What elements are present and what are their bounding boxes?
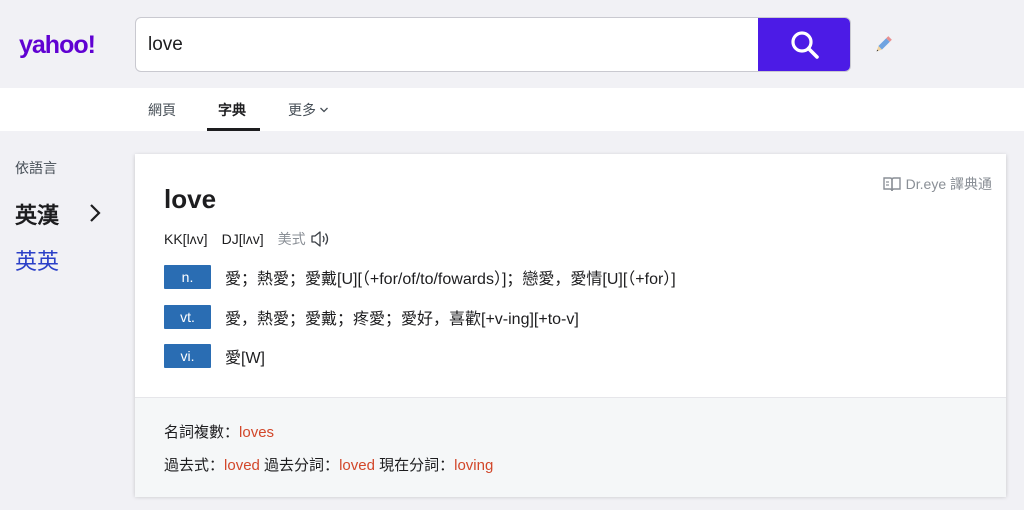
pos-badge: n.	[164, 265, 211, 289]
sidebar-title: 依語言	[15, 160, 57, 176]
ing-label: 現在分詞：	[379, 457, 455, 474]
dictionary-brand[interactable]: Dr.eye 譯典通	[882, 174, 992, 194]
search-input[interactable]	[136, 18, 758, 71]
yahoo-logo[interactable]: yahoo!	[19, 31, 96, 60]
dictionary-brand-label: Dr.eye 譯典通	[905, 176, 992, 192]
definition-row: vt. 愛，熱愛；愛戴；疼愛；愛好，喜歡[+v-ing][+to-v]	[164, 305, 579, 329]
search-button[interactable]	[758, 18, 850, 71]
inflections-section: 名詞複數：loves 過去式：loved 過去分詞：loved 現在分詞：lov…	[135, 397, 1006, 497]
definition-row: n. 愛；熱愛；愛戴[U][（+for/of/to/fowards）]；戀愛，愛…	[164, 265, 676, 289]
pp-label: 過去分詞：	[264, 457, 340, 474]
past-label: 過去式：	[164, 457, 225, 474]
tab-dictionary[interactable]: 字典	[218, 100, 246, 120]
pp-link[interactable]: loved	[339, 457, 375, 474]
verb-forms-line: 過去式：loved 過去分詞：loved 現在分詞：loving	[164, 454, 493, 475]
book-icon	[882, 177, 901, 192]
kk-phonetic: KK[lʌv]	[164, 231, 208, 247]
definition-row: vi. 愛[W]	[164, 344, 265, 368]
active-tab-underline	[207, 128, 260, 131]
search-icon	[790, 30, 819, 59]
definition-text: 愛，熱愛；愛戴；疼愛；愛好，喜歡[+v-ing][+to-v]	[225, 311, 579, 328]
dj-phonetic: DJ[lʌv]	[221, 231, 264, 247]
ing-link[interactable]: loving	[454, 457, 493, 474]
tab-more-label: 更多	[288, 102, 316, 118]
chevron-down-icon	[320, 107, 328, 113]
search-box	[135, 17, 851, 72]
pos-badge: vt.	[164, 305, 211, 329]
definition-text: 愛；熱愛；愛戴[U][（+for/of/to/fowards）]；戀愛，愛情[U…	[225, 271, 676, 288]
plural-line: 名詞複數：loves	[164, 421, 274, 442]
plural-link[interactable]: loves	[239, 424, 274, 441]
past-link[interactable]: loved	[224, 457, 260, 474]
tab-web[interactable]: 網頁	[148, 100, 176, 120]
sidebar-item-en-en[interactable]: 英英	[15, 244, 59, 276]
pos-badge: vi.	[164, 344, 211, 368]
headword: love	[164, 184, 217, 214]
chevron-right-icon	[90, 204, 101, 222]
pencil-icon[interactable]	[872, 34, 894, 56]
speaker-icon	[310, 231, 328, 247]
accent-label: 美式	[277, 231, 306, 247]
nav-bar: 網頁 字典 更多	[0, 88, 1024, 131]
tab-more[interactable]: 更多	[288, 100, 329, 120]
dictionary-card: Dr.eye 譯典通 love KK[lʌv] DJ[lʌv] 美式 n. 愛；…	[135, 154, 1006, 497]
speaker-button[interactable]	[310, 230, 330, 248]
definition-text: 愛[W]	[225, 350, 265, 367]
plural-label: 名詞複數：	[164, 424, 240, 441]
sidebar-item-en-zh[interactable]: 英漢	[15, 198, 59, 230]
header: yahoo!	[0, 0, 1024, 88]
phonetics: KK[lʌv] DJ[lʌv] 美式	[164, 229, 330, 249]
